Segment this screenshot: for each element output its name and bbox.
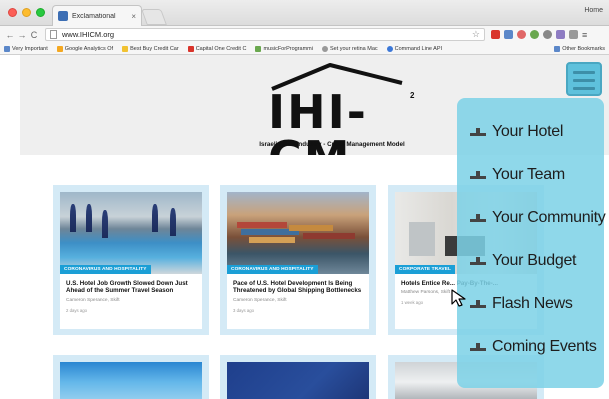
menu-bullet-icon xyxy=(470,256,486,266)
window-zoom-button[interactable] xyxy=(36,8,45,17)
extension-icon-purple[interactable] xyxy=(556,30,565,39)
other-bookmarks[interactable]: Other Bookmarks xyxy=(554,45,605,52)
pointer-cursor-icon xyxy=(451,289,466,307)
article-image[interactable]: CORONAVIRUS AND HOSPITALITY xyxy=(60,192,202,274)
menu-item-label: Your Team xyxy=(492,165,565,183)
bookmark-item[interactable]: Google Analytics Of xyxy=(56,45,113,52)
article-body: Pace of U.S. Hotel Development Is Being … xyxy=(227,274,369,329)
bookmark-folder-icon xyxy=(554,45,561,52)
extension-icon-circle[interactable] xyxy=(517,30,526,39)
article-title[interactable]: U.S. Hotel Job Growth Slowed Down Just A… xyxy=(66,280,196,295)
article-image[interactable]: CORONAVIRUS AND HOSPITALITY xyxy=(227,192,369,274)
article-card[interactable] xyxy=(220,355,376,399)
hamburger-line xyxy=(573,87,595,90)
article-category-badge[interactable]: CORONAVIRUS AND HOSPITALITY xyxy=(60,265,151,274)
article-card[interactable]: CORONAVIRUS AND HOSPITALITY Pace of U.S.… xyxy=(220,185,376,335)
command-line-icon xyxy=(386,45,393,52)
browser-menu-icon[interactable]: ≡ xyxy=(582,30,587,40)
bookmark-item[interactable]: Very Important xyxy=(4,45,48,52)
menu-item-label: Your Hotel xyxy=(492,122,564,140)
window-minimize-button[interactable] xyxy=(22,8,31,17)
favicon-icon xyxy=(58,11,68,21)
menu-item-flash-news[interactable]: Flash News xyxy=(457,282,604,325)
article-author: Cameron Sperance, Skift xyxy=(66,297,120,303)
browser-tab-bar: Exclamational × Home xyxy=(0,0,609,26)
article-card[interactable] xyxy=(53,355,209,399)
bookmark-item[interactable]: Set your retina Mac xyxy=(321,45,378,52)
article-time: 3 days ago xyxy=(233,307,255,313)
forward-arrow-icon[interactable]: → xyxy=(17,30,27,40)
window-close-button[interactable] xyxy=(8,8,17,17)
article-image[interactable] xyxy=(227,362,369,399)
bookmark-star-icon[interactable]: ☆ xyxy=(472,29,480,40)
bookmark-item[interactable]: Command Line API xyxy=(386,45,442,52)
extension-icon-blue[interactable] xyxy=(504,30,513,39)
article-body: U.S. Hotel Job Growth Slowed Down Just A… xyxy=(60,274,202,329)
new-tab-button[interactable] xyxy=(141,9,167,25)
reload-icon[interactable]: C xyxy=(29,30,39,40)
bookmark-item[interactable]: Capital One Credit C xyxy=(187,45,246,52)
site-logo[interactable]: IHI-CM 2 Israeli Hotel Industry - Crisis… xyxy=(242,61,422,181)
site-tagline: Israeli Hotel Industry - Crisis Manageme… xyxy=(259,141,405,148)
side-navigation-menu: Your Hotel Your Team Your Community Your… xyxy=(457,98,606,388)
menu-item-your-team[interactable]: Your Team xyxy=(457,153,604,196)
article-image[interactable] xyxy=(60,362,202,399)
tab-title: Exclamational xyxy=(72,12,116,20)
extension-icon-green[interactable] xyxy=(530,30,539,39)
menu-item-coming-events[interactable]: Coming Events xyxy=(457,325,604,368)
logo-superscript: 2 xyxy=(410,91,415,100)
bookmark-item[interactable]: musicForProgrammi xyxy=(255,45,313,52)
bookmarks-bar: Very Important Google Analytics Of Best … xyxy=(0,43,609,55)
menu-item-your-budget[interactable]: Your Budget xyxy=(457,239,604,282)
bestbuy-icon xyxy=(122,45,129,52)
analytics-icon xyxy=(56,45,63,52)
menu-item-label: Your Community xyxy=(492,208,606,226)
article-card[interactable]: CORONAVIRUS AND HOSPITALITY U.S. Hotel J… xyxy=(53,185,209,335)
mail-icon[interactable] xyxy=(569,30,578,39)
article-author: Cameron Sperance, Skift xyxy=(233,297,287,303)
extension-icons xyxy=(491,30,578,39)
menu-bullet-icon xyxy=(470,127,486,137)
menu-bullet-icon xyxy=(470,299,486,309)
browser-toolbar: ← → C www.IHICM.org ☆ ≡ xyxy=(0,26,609,43)
tab-close-icon[interactable]: × xyxy=(131,12,136,21)
hamburger-line xyxy=(573,79,595,82)
menu-item-label: Flash News xyxy=(492,294,573,312)
article-category-badge[interactable]: CORPORATE TRAVEL xyxy=(395,265,456,274)
article-time: 2 days ago xyxy=(66,307,88,313)
menu-bullet-icon xyxy=(470,213,486,223)
music-icon xyxy=(255,45,262,52)
hamburger-menu-button[interactable] xyxy=(566,62,602,96)
extension-icon-red[interactable] xyxy=(491,30,500,39)
menu-bullet-icon xyxy=(470,342,486,352)
address-bar[interactable]: www.IHICM.org ☆ xyxy=(45,28,485,41)
url-text[interactable]: www.IHICM.org xyxy=(62,30,472,39)
menu-item-your-community[interactable]: Your Community xyxy=(457,196,606,239)
menu-bullet-icon xyxy=(470,170,486,180)
article-category-badge[interactable]: CORONAVIRUS AND HOSPITALITY xyxy=(227,265,318,274)
page-icon xyxy=(50,30,57,39)
menu-item-your-hotel[interactable]: Your Hotel xyxy=(457,110,604,153)
capital-one-icon xyxy=(187,45,194,52)
gear-icon xyxy=(321,45,328,52)
bookmark-item[interactable]: Best Buy Credit Car xyxy=(122,45,179,52)
menu-item-label: Your Budget xyxy=(492,251,577,269)
extension-icon-gray[interactable] xyxy=(543,30,552,39)
back-arrow-icon[interactable]: ← xyxy=(5,30,15,40)
browser-tab[interactable]: Exclamational × xyxy=(52,5,142,26)
menu-item-label: Coming Events xyxy=(492,337,597,355)
bookmark-folder-icon xyxy=(4,45,10,52)
article-title[interactable]: Pace of U.S. Hotel Development Is Being … xyxy=(233,280,363,295)
hamburger-line xyxy=(573,71,595,74)
profile-name[interactable]: Home xyxy=(584,7,603,14)
